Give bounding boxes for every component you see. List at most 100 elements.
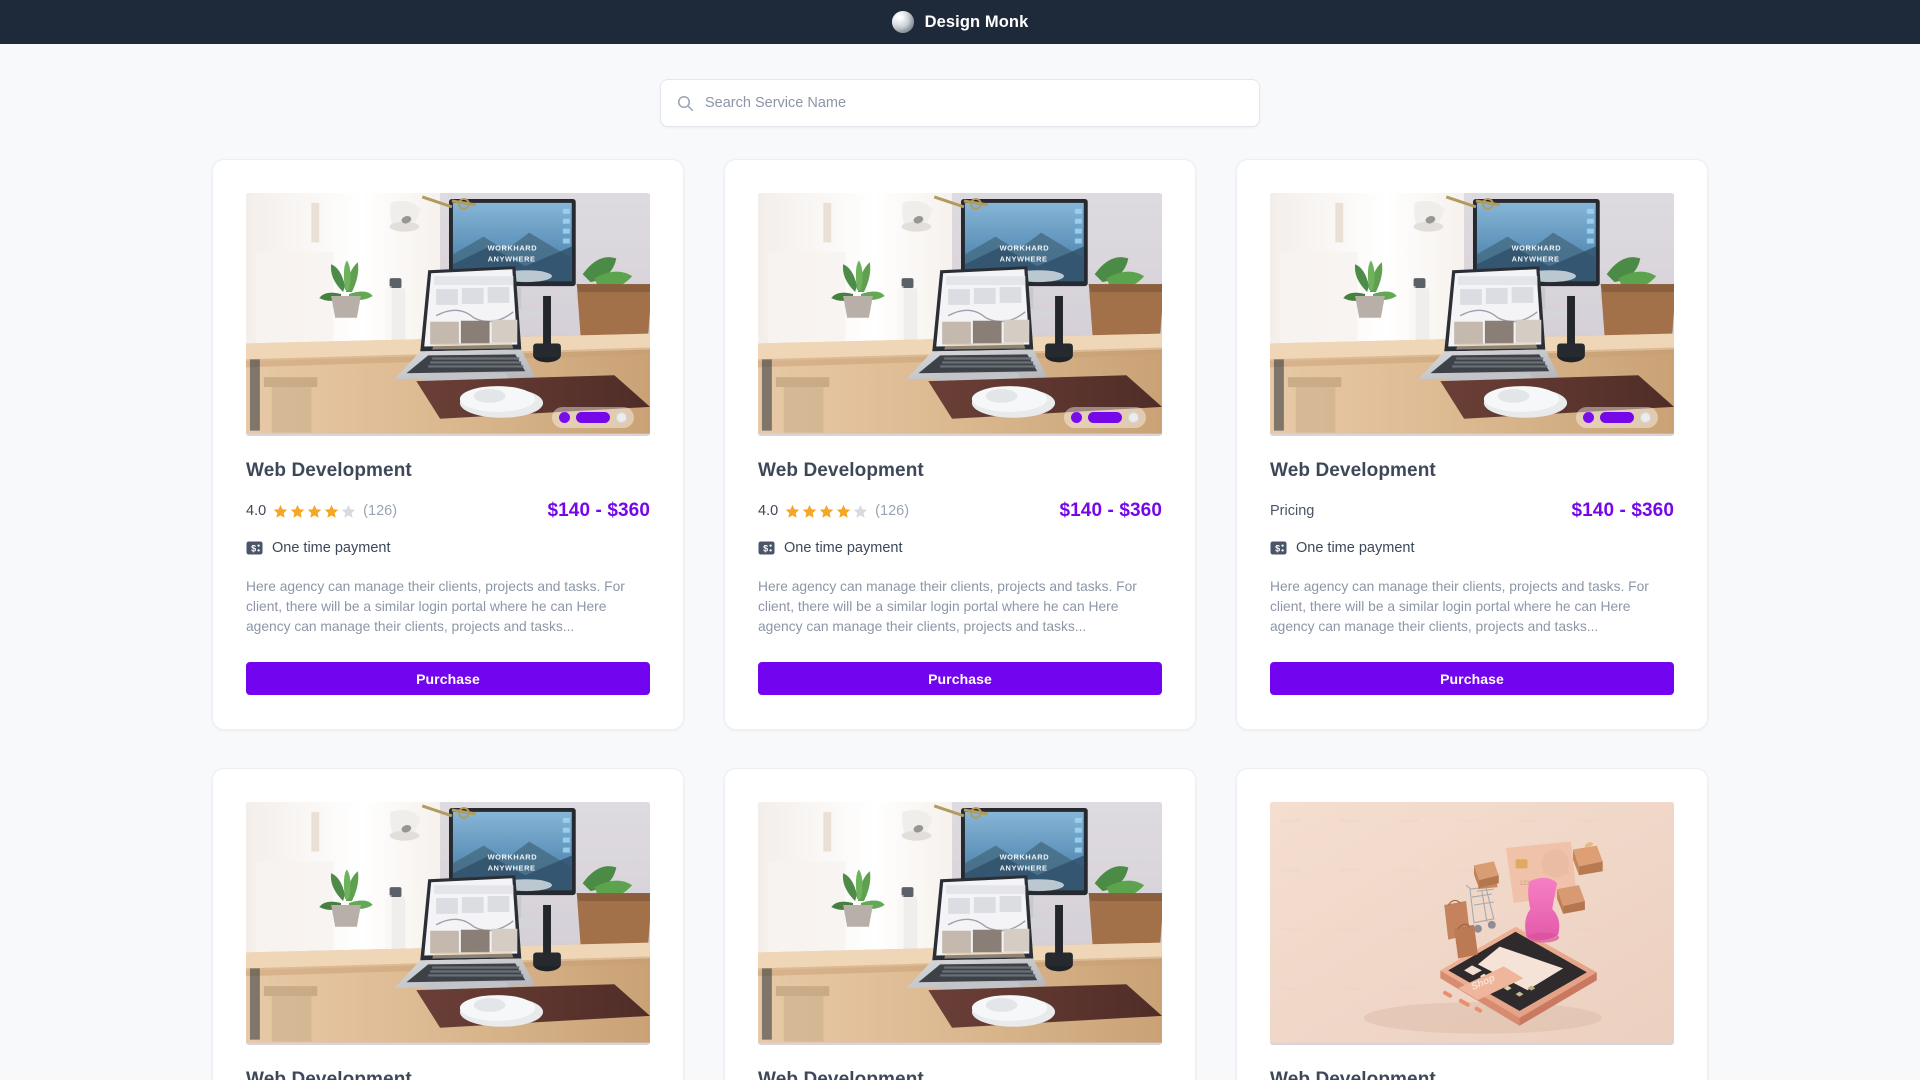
carousel-dot-3[interactable] — [1640, 412, 1651, 423]
star-filled-icon — [324, 504, 339, 518]
purchase-button[interactable]: Purchase — [246, 662, 650, 695]
carousel-indicator[interactable] — [1576, 407, 1658, 428]
svg-text:WORKHARD: WORKHARD — [488, 243, 538, 252]
star-filled-icon — [819, 504, 834, 518]
svg-text:ANYWHERE: ANYWHERE — [1512, 254, 1560, 263]
svg-text:Unsplash: Unsplash — [1577, 927, 1598, 933]
service-title: Web Development — [246, 460, 412, 481]
svg-text:Unsplash: Unsplash — [1577, 818, 1598, 824]
cash-banknote-icon: $ — [758, 541, 775, 555]
service-card-6[interactable]: Unsplash Unsplash Unsplash Unsplash Unsplas… — [1236, 768, 1708, 1080]
service-title: Web Development — [758, 1069, 924, 1080]
svg-text:Unsplash: Unsplash — [1339, 927, 1360, 933]
card-image-ecommerce-3d: Unsplash Unsplash Unsplash Unsplash Unsplas… — [1270, 802, 1674, 1043]
service-title: Web Development — [1270, 460, 1436, 481]
pricing-label: Pricing — [1270, 503, 1315, 519]
payment-text: One time payment — [272, 540, 391, 556]
svg-text:WORKHARD: WORKHARD — [1000, 852, 1050, 861]
svg-text:Unsplash: Unsplash — [1399, 818, 1420, 824]
star-empty-icon — [341, 504, 356, 518]
carousel-dot-1[interactable] — [559, 412, 570, 423]
svg-text:Unsplash: Unsplash — [1280, 986, 1301, 992]
search-area — [0, 44, 1920, 127]
rating-group: 4.0 (126) — [758, 503, 909, 519]
star-empty-icon — [853, 504, 868, 518]
svg-text:$: $ — [763, 543, 768, 553]
card-image[interactable]: WORKHARD ANYWHERE — [758, 193, 1162, 436]
rating-value: 4.0 — [246, 503, 267, 519]
svg-text:Unsplash: Unsplash — [1399, 986, 1420, 992]
carousel-dot-2-active[interactable] — [576, 412, 610, 423]
service-meta-row: 4.0 (126) $140 - $360 — [246, 500, 650, 522]
payment-text: One time payment — [784, 540, 903, 556]
card-image-desk-workspace: WORKHARD ANYWHERE — [758, 193, 1162, 434]
price-range: $140 - $360 — [1059, 500, 1162, 521]
payment-row: $ One time payment — [758, 540, 1162, 556]
carousel-dot-3[interactable] — [1128, 412, 1139, 423]
card-image[interactable]: WORKHARD ANYWHERE — [1270, 193, 1674, 436]
card-image[interactable]: WORKHARD ANYWHERE — [246, 193, 650, 436]
carousel-dot-2-active[interactable] — [1088, 412, 1122, 423]
price-range: $140 - $360 — [547, 500, 650, 521]
rating-group: 4.0 (126) — [246, 503, 397, 519]
star-rating — [785, 504, 868, 519]
svg-text:Unsplash: Unsplash — [1339, 818, 1360, 824]
card-image[interactable]: WORKHARD ANYWHERE — [246, 802, 650, 1045]
card-image[interactable]: WORKHARD ANYWHERE — [758, 802, 1162, 1045]
cash-banknote-icon: $ — [1270, 541, 1287, 555]
service-title: Web Development — [758, 460, 924, 481]
search-box[interactable] — [660, 79, 1260, 127]
carousel-dot-3[interactable] — [616, 412, 627, 423]
svg-text:ANYWHERE: ANYWHERE — [1000, 863, 1048, 872]
service-cards-grid: WORKHARD ANYWHERE Web Development 4.0 (1… — [212, 159, 1708, 1080]
carousel-dot-1[interactable] — [1071, 412, 1082, 423]
svg-text:WORKHARD: WORKHARD — [1000, 243, 1050, 252]
star-filled-icon — [802, 504, 817, 518]
card-image-desk-workspace: WORKHARD ANYWHERE — [758, 802, 1162, 1043]
svg-text:WORKHARD: WORKHARD — [1512, 243, 1562, 252]
svg-text:ANYWHERE: ANYWHERE — [488, 254, 536, 263]
svg-text:ANYWHERE: ANYWHERE — [1000, 254, 1048, 263]
svg-text:Unsplash: Unsplash — [1280, 927, 1301, 933]
svg-text:Unsplash: Unsplash — [1458, 818, 1479, 824]
svg-text:Unsplash: Unsplash — [1399, 927, 1420, 933]
service-card-1[interactable]: WORKHARD ANYWHERE Web Development 4.0 (1… — [212, 159, 684, 730]
star-filled-icon — [785, 504, 800, 518]
sphere-logo-icon — [891, 11, 914, 33]
rating-value: 4.0 — [758, 503, 779, 519]
service-meta-row: 4.0 (126) $140 - $360 — [758, 500, 1162, 522]
service-title: Web Development — [246, 1069, 412, 1080]
carousel-dot-2-active[interactable] — [1600, 412, 1634, 423]
service-description: Here agency can manage their clients, pr… — [246, 579, 625, 634]
carousel-indicator[interactable] — [1064, 407, 1146, 428]
purchase-button[interactable]: Purchase — [758, 662, 1162, 695]
carousel-dot-1[interactable] — [1583, 412, 1594, 423]
payment-text: One time payment — [1296, 540, 1415, 556]
cash-banknote-icon: $ — [246, 541, 263, 555]
app-header: Design Monk — [0, 0, 1920, 44]
payment-row: $ One time payment — [246, 540, 650, 556]
svg-text:Unsplash: Unsplash — [1280, 818, 1301, 824]
carousel-indicator[interactable] — [552, 407, 634, 428]
service-card-4[interactable]: WORKHARD ANYWHERE Web Development — [212, 768, 684, 1080]
svg-text:Unsplash: Unsplash — [1280, 867, 1301, 873]
card-image-desk-workspace: WORKHARD ANYWHERE — [246, 802, 650, 1043]
svg-text:Unsplash: Unsplash — [1339, 867, 1360, 873]
service-card-3[interactable]: WORKHARD ANYWHERE Web Development Pricin… — [1236, 159, 1708, 730]
star-filled-icon — [836, 504, 851, 518]
brand-name: Design Monk — [924, 12, 1029, 31]
card-image[interactable]: Unsplash Unsplash Unsplash Unsplash Unsplas… — [1270, 802, 1674, 1045]
svg-text:$: $ — [251, 543, 256, 553]
star-filled-icon — [273, 504, 288, 518]
svg-text:$: $ — [1275, 543, 1280, 553]
svg-text:ANYWHERE: ANYWHERE — [488, 863, 536, 872]
svg-text:Unsplash: Unsplash — [1518, 818, 1539, 824]
service-description: Here agency can manage their clients, pr… — [1270, 579, 1649, 634]
price-range: $140 - $360 — [1571, 500, 1674, 521]
purchase-button[interactable]: Purchase — [1270, 662, 1674, 695]
search-icon — [677, 95, 694, 111]
service-card-2[interactable]: WORKHARD ANYWHERE Web Development 4.0 (1… — [724, 159, 1196, 730]
service-title: Web Development — [1270, 1069, 1436, 1080]
service-card-5[interactable]: WORKHARD ANYWHERE Web Development — [724, 768, 1196, 1080]
search-input[interactable] — [705, 80, 1243, 126]
